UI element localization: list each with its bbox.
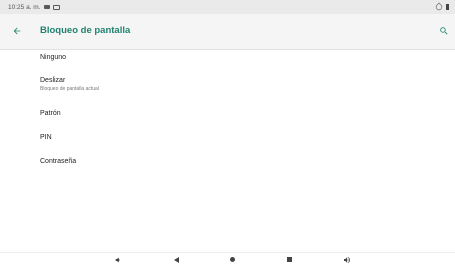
nav-back-icon xyxy=(173,256,179,263)
option-pattern[interactable]: Patrón xyxy=(40,110,61,117)
nav-home-icon xyxy=(229,257,235,262)
nav-recents-button[interactable] xyxy=(283,255,295,264)
option-subtitle: Bloqueo de pantalla actual xyxy=(40,86,99,92)
nav-recents-icon xyxy=(286,257,292,262)
nav-home-button[interactable] xyxy=(226,255,238,264)
option-title: Patrón xyxy=(40,110,61,117)
option-title: Deslizar xyxy=(40,77,66,84)
wifi-icon xyxy=(434,2,444,12)
volume-down-icon xyxy=(115,256,120,263)
notification-icon xyxy=(43,5,50,9)
arrow-left-icon xyxy=(13,27,21,35)
search-button[interactable] xyxy=(435,22,453,40)
option-password[interactable]: Contraseña xyxy=(40,158,76,165)
option-title: PIN xyxy=(40,134,52,141)
toolbar: Bloqueo de pantalla xyxy=(0,14,455,50)
status-time: 10:25 a. m. xyxy=(8,3,41,11)
page-title: Bloqueo de pantalla xyxy=(40,25,131,36)
option-swipe[interactable]: Deslizar Bloqueo de pantalla actual xyxy=(40,77,99,92)
navigation-bar xyxy=(0,252,455,266)
option-title: Ninguno xyxy=(40,54,67,61)
volume-up-icon xyxy=(344,256,351,263)
message-icon xyxy=(52,4,60,10)
nav-back-button[interactable] xyxy=(170,255,182,264)
battery-icon xyxy=(446,4,449,10)
volume-down-button[interactable] xyxy=(112,255,124,264)
back-button[interactable] xyxy=(8,22,26,40)
option-title: Contraseña xyxy=(40,158,77,165)
volume-up-button[interactable] xyxy=(341,255,353,264)
search-icon xyxy=(440,27,448,35)
status-bar: 10:25 a. m. xyxy=(0,0,455,14)
option-pin[interactable]: PIN xyxy=(40,134,52,141)
option-none[interactable]: Ninguno xyxy=(40,54,66,61)
